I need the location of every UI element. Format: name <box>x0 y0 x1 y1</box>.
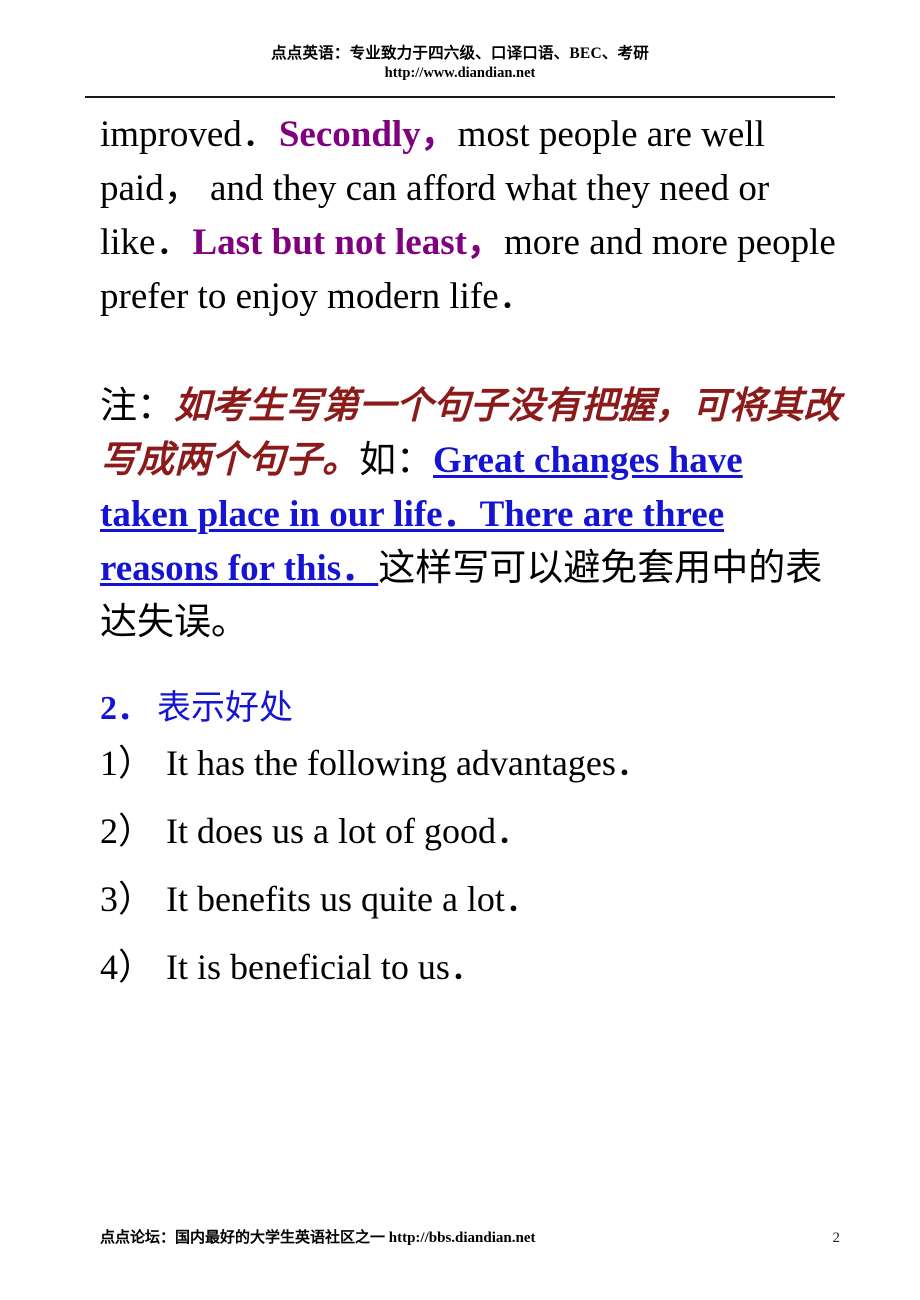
list-item: 2） It does us a lot of good． <box>100 806 840 856</box>
list-item-marker: 1） <box>100 743 155 783</box>
section-heading-advantages: 2． 表示好处 <box>100 686 840 732</box>
footer-text: 点点论坛：国内最好的大学生英语社区之一 http://bbs.diandian.… <box>100 1230 536 1246</box>
page-header: 点点英语：专业致力于四六级、口译口语、BEC、考研 http://www.dia… <box>85 44 835 83</box>
list-item-text: It does us a lot of good． <box>166 811 532 851</box>
highlight-last-but-not-least: Last but not least， <box>192 222 504 263</box>
note-block: 注：如考生写第一个句子没有把握，可将其改写成两个句子。如：Great chang… <box>100 380 840 650</box>
list-item-marker: 3） <box>100 879 155 919</box>
header-url: http://www.diandian.net <box>384 65 536 81</box>
list-item-text: It is beneficial to us． <box>166 947 486 987</box>
highlight-secondly: Secondly， <box>278 114 458 155</box>
list-item-text: It has the following advantages． <box>166 743 652 783</box>
list-item: 3） It benefits us quite a lot． <box>100 874 840 924</box>
list-item-marker: 2） <box>100 811 155 851</box>
document-page: 点点英语：专业致力于四六级、口译口语、BEC、考研 http://www.dia… <box>0 0 920 1300</box>
page-footer: 点点论坛：国内最好的大学生英语社区之一 http://bbs.diandian.… <box>100 1228 840 1248</box>
list-item: 4） It is beneficial to us． <box>100 942 840 992</box>
list-item-text: It benefits us quite a lot． <box>166 879 541 919</box>
paragraph-run-1: improved． <box>100 114 279 155</box>
paragraph-continued: improved．Secondly，most people are well p… <box>100 108 840 324</box>
note-mid-text: 如： <box>359 440 433 481</box>
section-title: 表示好处 <box>157 690 293 727</box>
page-number: 2 <box>832 1230 841 1246</box>
note-label: 注： <box>100 386 174 427</box>
advantages-list: 1） It has the following advantages． 2） It … <box>100 738 840 992</box>
header-title-cn: 点点英语：专业致力于四六级、口译口语、BEC、考研 <box>271 45 649 62</box>
section-number: 2． <box>100 690 151 727</box>
spacer-after-paragraph <box>100 324 840 380</box>
header-divider <box>85 96 835 98</box>
list-item-marker: 4） <box>100 947 155 987</box>
document-body: improved．Secondly，most people are well p… <box>100 108 840 992</box>
list-item: 1） It has the following advantages． <box>100 738 840 788</box>
